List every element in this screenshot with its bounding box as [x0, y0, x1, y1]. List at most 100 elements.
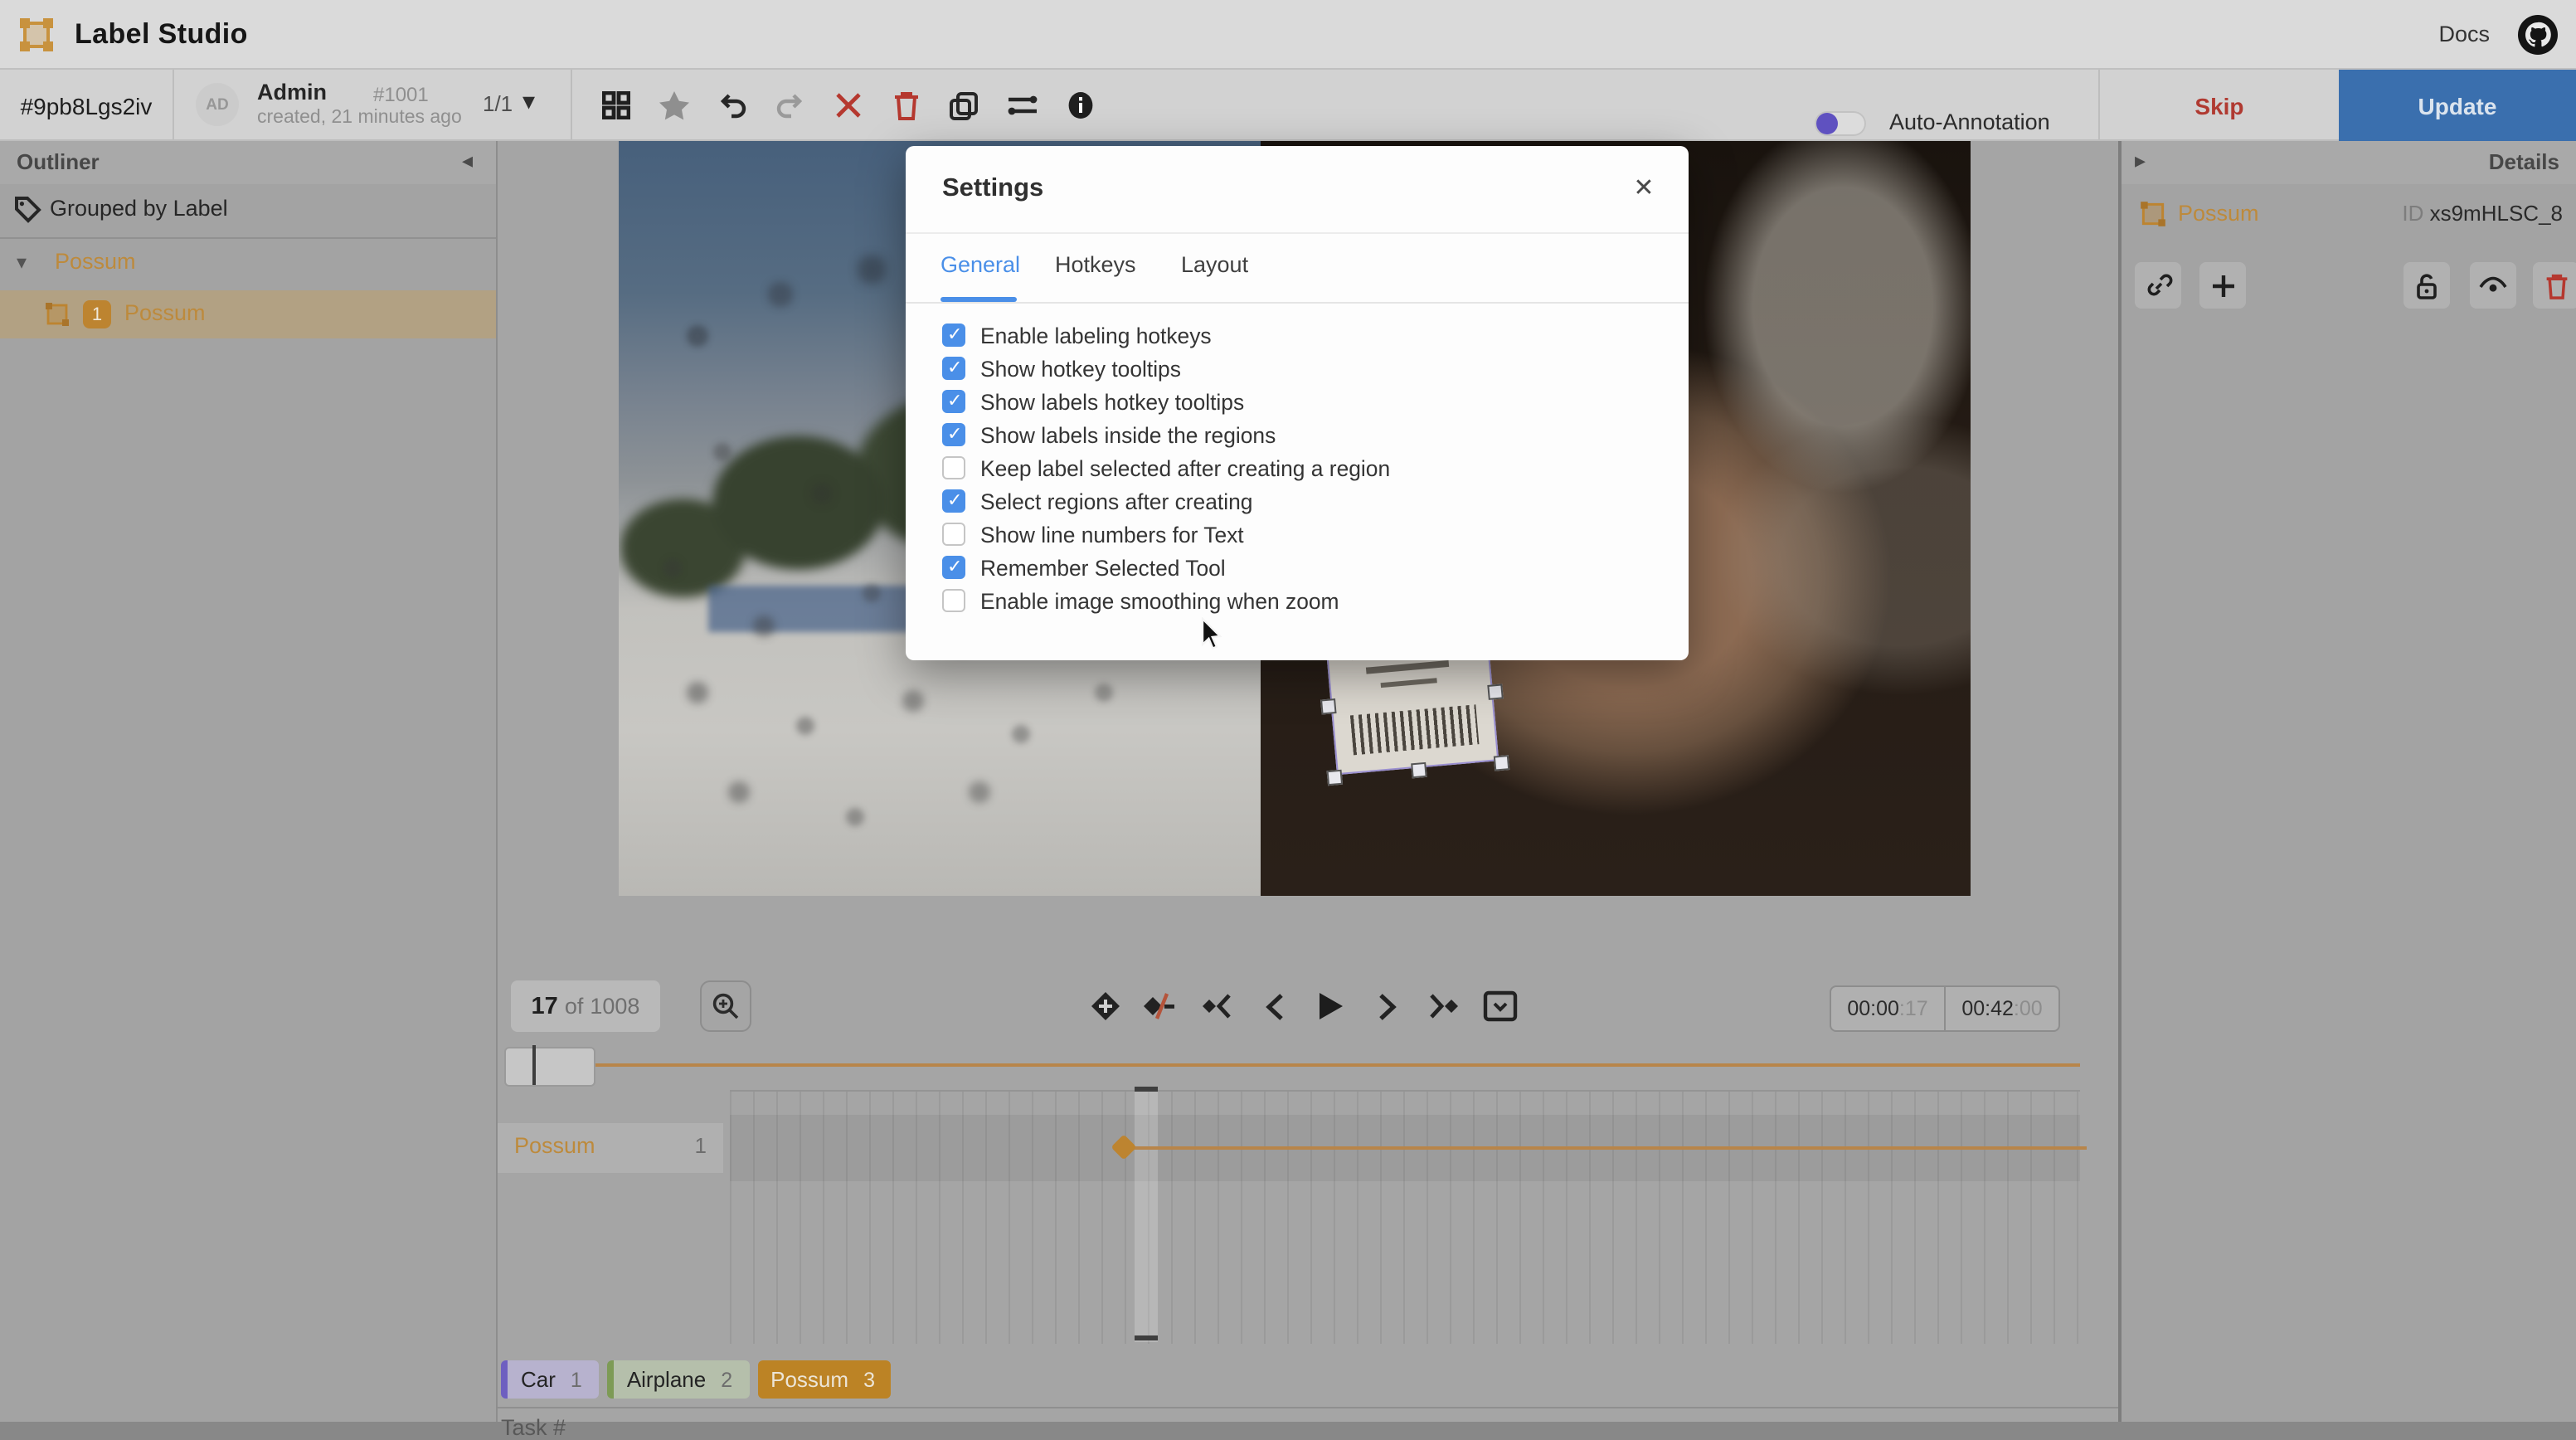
plus-icon: [2210, 273, 2235, 298]
collapse-panel-icon[interactable]: ◂: [462, 148, 473, 174]
next-keyframe-button[interactable]: [1425, 983, 1461, 1029]
track-label[interactable]: Possum 1: [498, 1123, 723, 1173]
docs-link[interactable]: Docs: [2438, 22, 2490, 46]
option-row[interactable]: Enable labeling hotkeys: [942, 319, 1390, 352]
outliner-header: Outliner ◂: [0, 141, 496, 184]
checkbox[interactable]: [942, 423, 965, 446]
option-row[interactable]: Show hotkey tooltips: [942, 352, 1390, 385]
label-chip-car[interactable]: Car 1: [501, 1360, 599, 1399]
lock-region-button[interactable]: [2403, 262, 2450, 309]
checkbox[interactable]: [942, 357, 965, 380]
previous-frame-button[interactable]: [1256, 983, 1292, 1029]
option-row[interactable]: Select regions after creating: [942, 484, 1390, 518]
checkbox[interactable]: [942, 456, 965, 479]
timeline-playhead[interactable]: [1135, 1090, 1158, 1342]
checkbox[interactable]: [942, 589, 965, 612]
zoom-button[interactable]: [700, 980, 751, 1032]
region-row-selected[interactable]: 1 Possum: [0, 290, 496, 338]
tab-general[interactable]: General: [940, 252, 1020, 277]
undo-button[interactable]: [713, 84, 750, 127]
label-group-row[interactable]: ▾ Possum: [0, 246, 496, 285]
track-count: 1: [695, 1133, 707, 1158]
bounding-box-icon: [43, 300, 71, 328]
play-button[interactable]: [1312, 983, 1349, 1029]
seek-bar[interactable]: [498, 1045, 2118, 1088]
tab-hotkeys[interactable]: Hotkeys: [1055, 252, 1136, 277]
total-frames: 1008: [590, 994, 639, 1019]
chevron-down-icon[interactable]: ▾: [17, 251, 27, 274]
checkbox[interactable]: [942, 523, 965, 546]
details-region-row[interactable]: Possum ID xs9mHLSC_8: [2122, 196, 2576, 236]
info-button[interactable]: [1062, 84, 1098, 127]
add-relation-button[interactable]: [2199, 262, 2246, 309]
option-row[interactable]: Show labels inside the regions: [942, 418, 1390, 451]
label-name: Airplane: [627, 1367, 706, 1392]
collapse-timeline-button[interactable]: [1481, 983, 1518, 1029]
hide-region-button[interactable]: [2470, 262, 2516, 309]
frame-counter[interactable]: 17 of 1008: [511, 980, 660, 1032]
region-id-label: ID: [2402, 201, 2423, 226]
settings-sliders-icon: [1006, 93, 1038, 118]
zoom-in-icon: [712, 992, 740, 1020]
info-icon: [1066, 91, 1094, 119]
resize-handle-s[interactable]: [1411, 762, 1427, 779]
resize-handle-w[interactable]: [1320, 698, 1337, 715]
checkbox[interactable]: [942, 489, 965, 513]
expand-panel-icon[interactable]: ▸: [2135, 148, 2146, 174]
redo-button[interactable]: [771, 84, 808, 127]
add-keyframe-button[interactable]: [1086, 983, 1123, 1029]
video-controls: 17 of 1008: [498, 971, 2118, 1044]
divider: [906, 232, 1689, 234]
seek-playhead[interactable]: [532, 1045, 536, 1085]
reject-annotation-button[interactable]: [829, 84, 866, 127]
current-time-frames: :17: [1899, 997, 1928, 1020]
total-time[interactable]: 00:42:00: [1944, 987, 2058, 1030]
previous-keyframe-icon: [1201, 992, 1234, 1020]
task-footer-label: Task #: [501, 1415, 566, 1440]
divider: [0, 237, 496, 239]
details-panel: ▸ Details Possum ID xs9mHLSC_8: [2118, 141, 2576, 1422]
transport-controls: [1086, 980, 1518, 1032]
annotation-toolbar: #9pb8Lgs2iv AD Admin #1001 created, 21 m…: [0, 70, 2576, 141]
option-row[interactable]: Keep label selected after creating a reg…: [942, 451, 1390, 484]
option-row[interactable]: Enable image smoothing when zoom: [942, 584, 1390, 617]
frames-timeline[interactable]: Possum 1: [498, 1090, 2118, 1342]
auto-annotation-toggle[interactable]: [1815, 111, 1866, 136]
label-group-name: Possum: [55, 249, 136, 274]
grid-view-button[interactable]: [597, 84, 634, 127]
checkbox[interactable]: [942, 390, 965, 413]
resize-handle-e[interactable]: [1487, 684, 1504, 700]
github-icon[interactable]: [2516, 12, 2559, 56]
option-row[interactable]: Show line numbers for Text: [942, 518, 1390, 551]
tab-layout[interactable]: Layout: [1181, 252, 1248, 277]
user-avatar[interactable]: AD: [196, 83, 239, 126]
grouping-selector[interactable]: Grouped by Label: [0, 192, 496, 229]
next-frame-button[interactable]: [1368, 983, 1405, 1029]
option-label: Show line numbers for Text: [980, 522, 1244, 547]
close-icon[interactable]: ✕: [1626, 169, 1662, 206]
label-chip-airplane[interactable]: Airplane 2: [607, 1360, 749, 1399]
resize-handle-sw[interactable]: [1327, 770, 1344, 786]
previous-keyframe-button[interactable]: [1199, 983, 1236, 1029]
current-time[interactable]: 00:00:17: [1831, 987, 1944, 1030]
remove-keyframe-button[interactable]: [1143, 983, 1179, 1029]
chevron-down-icon[interactable]: ▾: [522, 86, 535, 116]
skip-button[interactable]: Skip: [2100, 70, 2339, 141]
option-row[interactable]: Remember Selected Tool: [942, 551, 1390, 584]
resize-handle-se[interactable]: [1494, 755, 1510, 771]
delete-annotation-button[interactable]: [887, 84, 924, 127]
toggle-knob: [1816, 113, 1838, 134]
duplicate-annotation-button[interactable]: [945, 84, 982, 127]
star-ground-truth-button[interactable]: [655, 84, 692, 127]
delete-region-button[interactable]: [2533, 262, 2576, 309]
checkbox[interactable]: [942, 556, 965, 579]
seek-progress-line: [527, 1063, 2080, 1067]
seek-viewport-handle[interactable]: [504, 1047, 595, 1087]
playhead-tick-bottom: [1135, 1335, 1158, 1340]
link-region-button[interactable]: [2135, 262, 2181, 309]
checkbox[interactable]: [942, 324, 965, 347]
update-button[interactable]: Update: [2339, 70, 2576, 141]
label-chip-possum-selected[interactable]: Possum 3: [757, 1360, 892, 1399]
settings-sliders-button[interactable]: [1004, 84, 1040, 127]
option-row[interactable]: Show labels hotkey tooltips: [942, 385, 1390, 418]
